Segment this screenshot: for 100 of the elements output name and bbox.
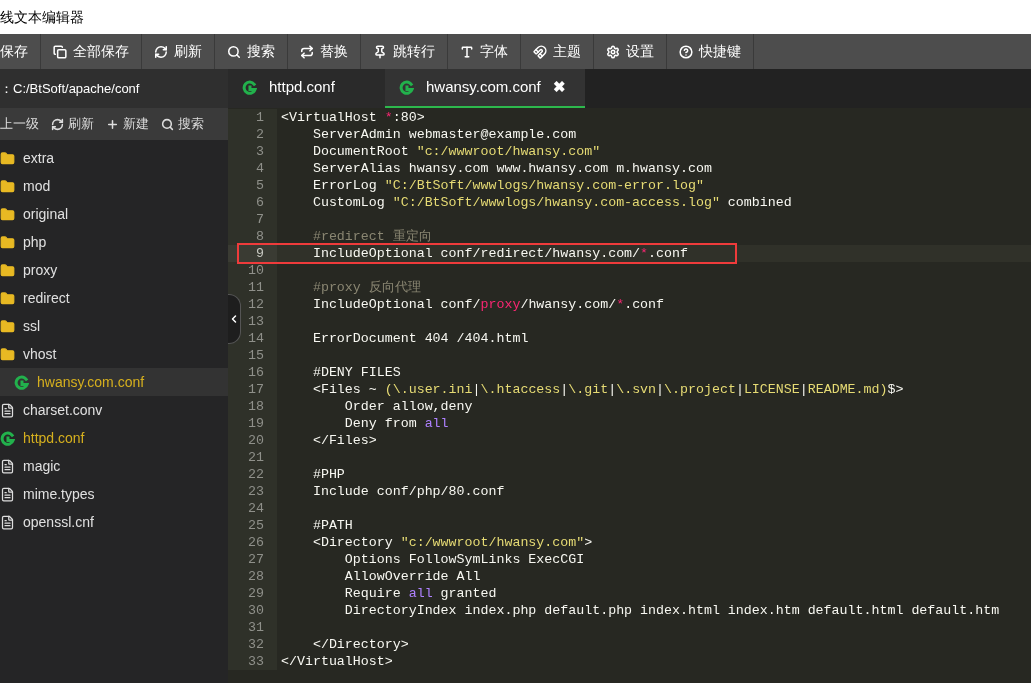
file-tree-item[interactable]: mime.types xyxy=(0,480,228,508)
line-number: 16 xyxy=(248,366,264,379)
copy-icon xyxy=(53,44,67,59)
collapse-sidebar-button[interactable] xyxy=(228,294,241,344)
line-number: 17 xyxy=(248,383,264,396)
refresh-icon xyxy=(51,117,64,131)
file-icon xyxy=(0,514,15,530)
code-line: ServerAdmin webmaster@example.com xyxy=(311,128,577,141)
editor-tab[interactable]: httpd.conf xyxy=(228,69,385,108)
line-number: 6 xyxy=(256,196,264,209)
file-tree-item[interactable]: php xyxy=(0,228,228,256)
code-line: IncludeOptional conf/proxy/hwansy.com/*.conf xyxy=(311,298,665,311)
code-line: Order allow,deny xyxy=(343,400,473,413)
magnet-icon xyxy=(533,44,547,59)
sidebar-action-button[interactable]: 刷新 xyxy=(45,114,100,134)
code-line: Options FollowSymLinks ExecCGI xyxy=(343,553,585,566)
line-number: 10 xyxy=(248,264,264,277)
editor-tab[interactable]: hwansy.com.conf ✖ xyxy=(385,69,585,108)
path-label: ：C:/BtSoft/apache/conf xyxy=(0,79,140,98)
repeat-icon xyxy=(300,44,314,59)
g-logo-icon xyxy=(14,374,29,390)
file-tree-item[interactable]: magic xyxy=(0,452,228,480)
folder-icon xyxy=(0,290,15,306)
line-number: 32 xyxy=(248,638,264,651)
file-icon xyxy=(0,402,15,418)
code-line: DirectoryIndex index.php default.php index.html index.htm default.html default.htm xyxy=(343,604,1000,617)
folder-icon xyxy=(0,262,15,278)
code-line: <Files ~ (\.user.ini|\.htaccess|\.git|\.svn|\.project|LICENSE|README.md)$> xyxy=(311,383,904,396)
sidebar-action-button[interactable]: 上一级 xyxy=(0,114,45,134)
window-title: 线文本编辑器 xyxy=(0,7,84,27)
line-number: 29 xyxy=(248,587,264,600)
code-line: <Directory "c:/wwwroot/hwansy.com"> xyxy=(311,536,593,549)
folder-icon xyxy=(0,206,15,222)
file-tree-item[interactable]: httpd.conf xyxy=(0,424,228,452)
file-tree-item[interactable]: original xyxy=(0,200,228,228)
line-number: 15 xyxy=(248,349,264,362)
file-tree-item[interactable]: openssl.cnf xyxy=(0,508,228,536)
line-number: 26 xyxy=(248,536,264,549)
code-line: </Directory> xyxy=(311,638,409,651)
code-line: ErrorDocument 404 /404.html xyxy=(311,332,529,345)
line-number: 31 xyxy=(248,621,264,634)
sidebar-action-button[interactable]: 搜索 xyxy=(155,114,210,134)
line-number: 25 xyxy=(248,519,264,532)
settings-icon xyxy=(606,44,620,59)
code-line: Include conf/php/80.conf xyxy=(311,485,505,498)
code-line: #PATH xyxy=(311,519,353,532)
line-number: 27 xyxy=(248,553,264,566)
line-number: 11 xyxy=(248,281,264,294)
refresh-icon xyxy=(154,44,168,59)
file-tree-item[interactable]: mod xyxy=(0,172,228,200)
line-number: 24 xyxy=(248,502,264,515)
line-number: 28 xyxy=(248,570,264,583)
line-number: 30 xyxy=(248,604,264,617)
plus-icon xyxy=(106,117,119,131)
help-icon xyxy=(679,44,693,59)
code-line: <VirtualHost *:80> xyxy=(281,111,425,124)
file-tree-item[interactable]: extra xyxy=(0,144,228,172)
line-number: 19 xyxy=(248,417,264,430)
code-line: Require all granted xyxy=(343,587,497,600)
search-icon xyxy=(227,44,241,59)
code-line: </Files> xyxy=(311,434,377,447)
code-line: #proxy 反向代理 xyxy=(311,281,421,294)
file-icon xyxy=(0,486,15,502)
code-line: ServerAlias hwansy.com www.hwansy.com m.hwansy.com xyxy=(311,162,712,175)
file-tree-item[interactable]: redirect xyxy=(0,284,228,312)
file-tree-item[interactable]: ssl xyxy=(0,312,228,340)
folder-icon xyxy=(0,346,15,362)
line-number: 3 xyxy=(256,145,264,158)
file-tree-item[interactable]: hwansy.com.conf xyxy=(0,368,228,396)
line-number: 20 xyxy=(248,434,264,447)
folder-icon xyxy=(0,178,15,194)
line-number: 18 xyxy=(248,400,264,413)
g-logo-icon xyxy=(399,80,414,95)
line-number: 1 xyxy=(256,111,264,124)
code-line: IncludeOptional conf/redirect/hwansy.com/*.conf xyxy=(311,247,688,260)
g-logo-icon xyxy=(0,430,15,446)
code-line: CustomLog "C:/BtSoft/wwwlogs/hwansy.com-access.log" combined xyxy=(311,196,792,209)
file-tree-item[interactable]: charset.conv xyxy=(0,396,228,424)
code-line: ErrorLog "C:/BtSoft/wwwlogs/hwansy.com-error.log" xyxy=(311,179,704,192)
line-number: 8 xyxy=(256,230,264,243)
code-line: #DENY FILES xyxy=(311,366,401,379)
line-number: 33 xyxy=(248,655,264,668)
code-line: AllowOverride All xyxy=(343,570,481,583)
line-number: 14 xyxy=(248,332,264,345)
g-logo-icon xyxy=(242,80,257,95)
line-number: 23 xyxy=(248,485,264,498)
line-number: 21 xyxy=(248,451,264,464)
line-number: 12 xyxy=(248,298,264,311)
close-tab-button[interactable]: ✖ xyxy=(552,76,566,99)
folder-icon xyxy=(0,318,15,334)
folder-icon xyxy=(0,234,15,250)
code-line: </VirtualHost> xyxy=(281,655,393,668)
line-number: 7 xyxy=(256,213,264,226)
line-number: 5 xyxy=(256,179,264,192)
file-tree-item[interactable]: vhost xyxy=(0,340,228,368)
file-icon xyxy=(0,458,15,474)
folder-icon xyxy=(0,150,15,166)
file-tree-item[interactable]: proxy xyxy=(0,256,228,284)
search-icon xyxy=(161,117,174,131)
sidebar-action-button[interactable]: 新建 xyxy=(100,114,155,134)
